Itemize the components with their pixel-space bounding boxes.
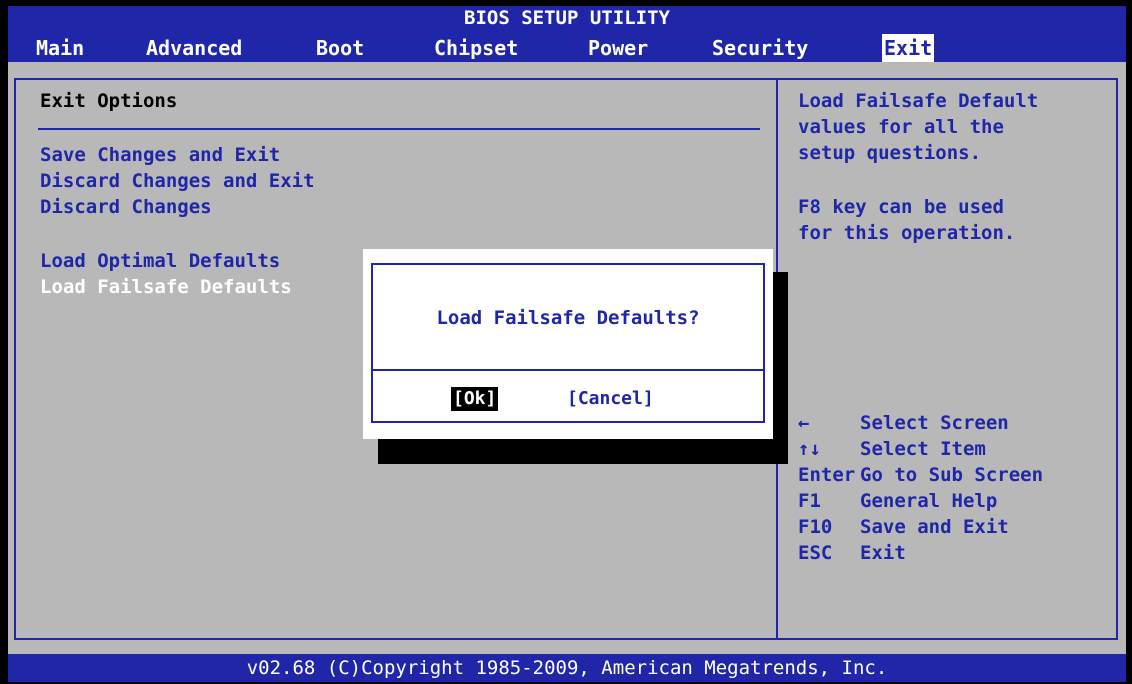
- option-load-failsafe-defaults[interactable]: Load Failsafe Defaults: [40, 276, 292, 298]
- help-text-line: values for all the: [798, 116, 1004, 138]
- option-discard-changes-and-exit[interactable]: Discard Changes and Exit: [40, 170, 315, 192]
- option-save-changes-and-exit[interactable]: Save Changes and Exit: [40, 144, 280, 166]
- key-label: ESC: [798, 542, 833, 564]
- menu-boot[interactable]: Boot: [314, 34, 366, 62]
- ok-button[interactable]: [Ok]: [451, 387, 499, 411]
- copyright-footer: v02.68 (C)Copyright 1985-2009, American …: [8, 654, 1126, 682]
- help-text-line: Load Failsafe Default: [798, 90, 1039, 112]
- cancel-button[interactable]: [Cancel]: [565, 387, 656, 411]
- key-legend-item: ↑↓ Select Item: [798, 438, 986, 460]
- key-label: F10: [798, 516, 833, 538]
- key-legend-item: ESC Exit: [798, 542, 906, 564]
- menu-exit[interactable]: Exit: [882, 34, 935, 62]
- key-label: F1: [798, 490, 821, 512]
- section-rule: [38, 128, 760, 130]
- menu-power[interactable]: Power: [586, 34, 650, 62]
- key-action: General Help: [860, 490, 998, 512]
- option-discard-changes[interactable]: Discard Changes: [40, 196, 212, 218]
- key-label: Enter: [798, 464, 856, 486]
- key-legend-item: F1 General Help: [798, 490, 997, 512]
- menu-main[interactable]: Main: [34, 34, 86, 62]
- key-legend-item: ← Select Screen: [798, 412, 1009, 434]
- up-down-arrow-icon: ↑↓: [798, 438, 821, 460]
- help-text-line: F8 key can be used: [798, 196, 1004, 218]
- menu-security[interactable]: Security: [710, 34, 810, 62]
- menu-chipset[interactable]: Chipset: [432, 34, 520, 62]
- help-text-line: setup questions.: [798, 142, 982, 164]
- help-text-line: for this operation.: [798, 222, 1016, 244]
- menu-advanced[interactable]: Advanced: [144, 34, 244, 62]
- menu-bar: Main Advanced Boot Chipset Power Securit…: [8, 34, 1126, 62]
- confirm-dialog: Load Failsafe Defaults? [Ok] [Cancel]: [363, 249, 773, 439]
- option-load-optimal-defaults[interactable]: Load Optimal Defaults: [40, 250, 280, 272]
- key-action: Exit: [860, 542, 906, 564]
- header-bar: BIOS SETUP UTILITY Main Advanced Boot Ch…: [8, 6, 1126, 62]
- key-legend-item: Enter Go to Sub Screen: [798, 464, 1043, 486]
- key-action: Select Item: [860, 438, 986, 460]
- key-action: Go to Sub Screen: [860, 464, 1044, 486]
- key-action: Select Screen: [860, 412, 1009, 434]
- left-arrow-icon: ←: [798, 412, 810, 434]
- section-title: Exit Options: [40, 90, 178, 112]
- dialog-frame: Load Failsafe Defaults? [Ok] [Cancel]: [371, 263, 765, 423]
- dialog-message: Load Failsafe Defaults?: [436, 307, 700, 329]
- key-legend-item: F10 Save and Exit: [798, 516, 1009, 538]
- key-action: Save and Exit: [860, 516, 1009, 538]
- dialog-divider: [373, 369, 763, 371]
- app-title: BIOS SETUP UTILITY: [464, 7, 670, 29]
